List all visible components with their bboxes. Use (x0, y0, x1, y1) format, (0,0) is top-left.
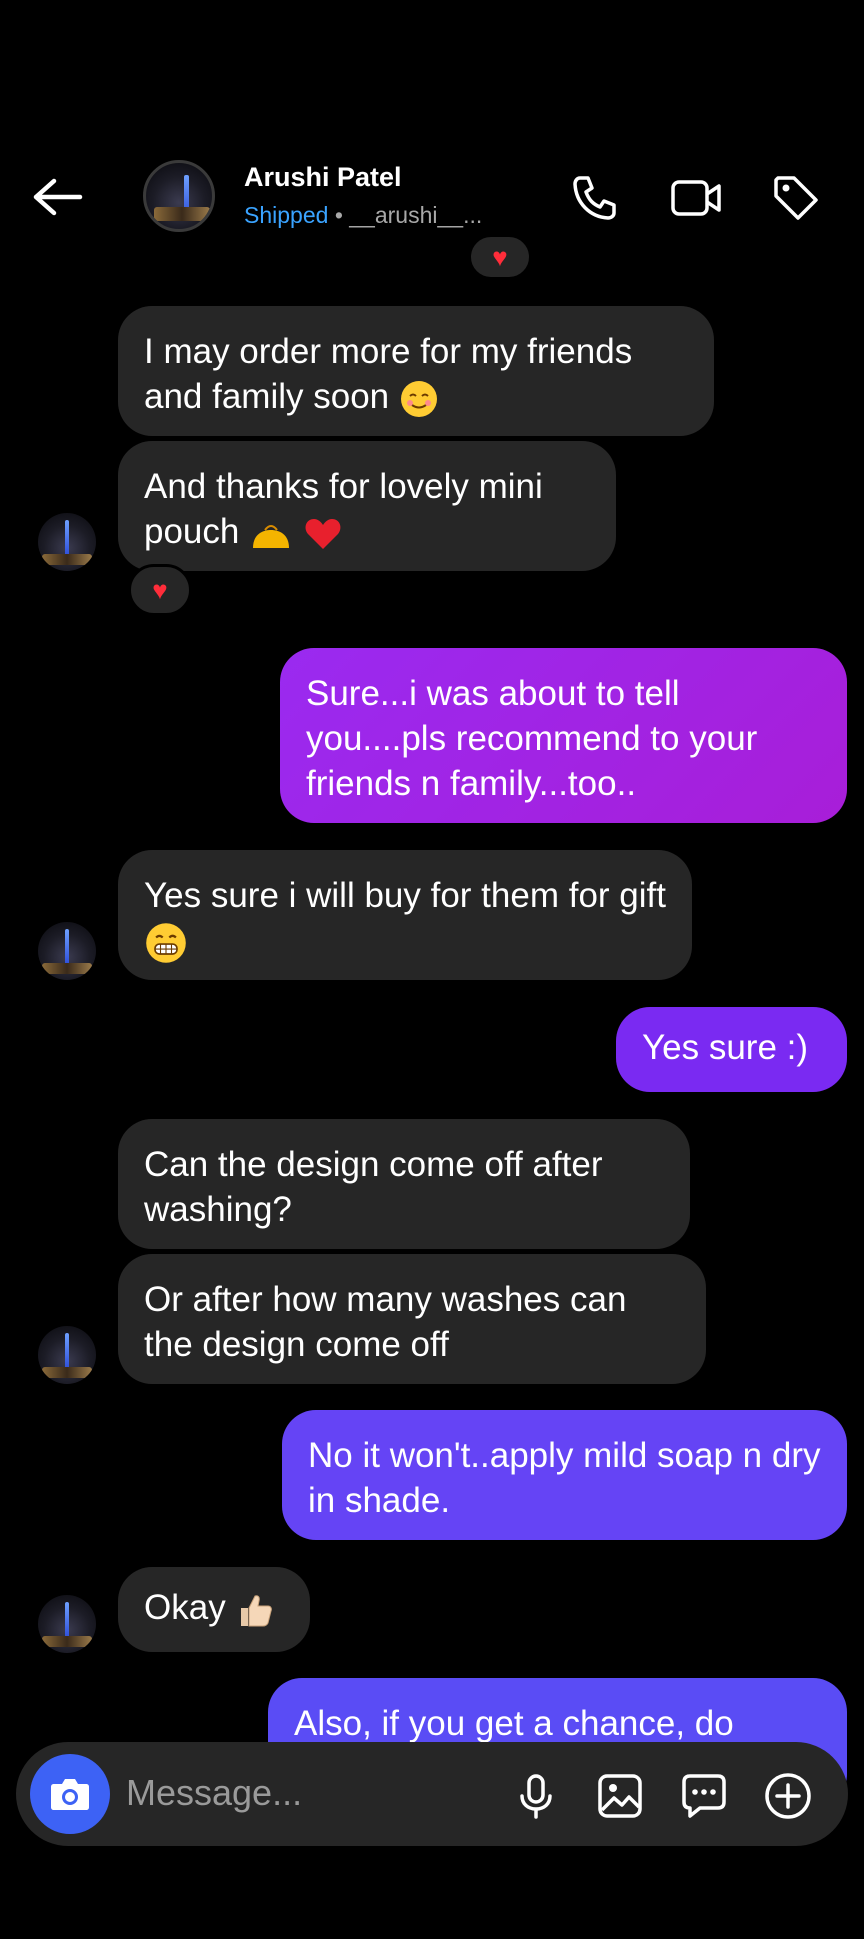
reaction-heart[interactable]: ♥ (128, 564, 192, 616)
microphone-icon[interactable] (512, 1772, 560, 1820)
camera-button[interactable] (30, 1754, 110, 1834)
message-bubble[interactable]: Okay (118, 1567, 310, 1652)
message-input[interactable]: Message... (126, 1772, 302, 1814)
contact-avatar-small[interactable] (38, 1595, 96, 1653)
contact-avatar-small[interactable] (38, 1326, 96, 1384)
sticker-icon[interactable] (680, 1772, 728, 1820)
reaction-heart[interactable]: ♥ (468, 234, 532, 280)
message-bubble-sent[interactable]: No it won't..apply mild soap n dry in sh… (282, 1410, 847, 1540)
phone-icon[interactable] (566, 170, 622, 226)
message-bubble[interactable]: Can the design come off after washing? (118, 1119, 690, 1249)
heart-icon: ♥ (152, 575, 168, 605)
heart-icon: ♥ (492, 242, 508, 272)
purse-emoji-icon (253, 524, 290, 548)
tag-icon[interactable] (768, 170, 824, 226)
chat-header: Arushi Patel Shipped • __arushi__... (0, 150, 864, 245)
camera-icon (51, 1779, 89, 1810)
message-bubble-sent[interactable]: Yes sure :) (616, 1007, 847, 1092)
message-bubble[interactable]: Or after how many washes can the design … (118, 1254, 706, 1384)
contact-avatar[interactable] (143, 160, 215, 232)
video-icon[interactable] (668, 170, 724, 226)
order-status: Shipped (244, 202, 329, 228)
contact-avatar-small[interactable] (38, 922, 96, 980)
message-bubble[interactable]: Yes sure i will buy for them for gift (118, 850, 692, 980)
gallery-icon[interactable] (596, 1772, 644, 1820)
subtitle-separator: • (334, 202, 343, 228)
contact-name[interactable]: Arushi Patel (244, 162, 402, 193)
message-composer: Message... (16, 1742, 848, 1846)
contact-username: __arushi__... (349, 202, 483, 228)
contact-subtitle[interactable]: Shipped • __arushi__... (244, 202, 482, 229)
grinning-face-emoji-icon (146, 922, 186, 963)
contact-avatar-small[interactable] (38, 513, 96, 571)
add-icon[interactable] (764, 1772, 812, 1820)
message-bubble[interactable]: I may order more for my friends and fami… (118, 306, 714, 436)
message-bubble-sent[interactable]: Sure...i was about to tell you....pls re… (280, 648, 847, 823)
red-heart-emoji-icon (305, 518, 341, 549)
back-arrow-icon[interactable] (28, 175, 88, 220)
message-bubble[interactable]: And thanks for lovely mini pouch (118, 441, 616, 571)
thumbs-up-emoji-icon (241, 1595, 273, 1627)
smiling-face-emoji-icon (400, 380, 437, 417)
